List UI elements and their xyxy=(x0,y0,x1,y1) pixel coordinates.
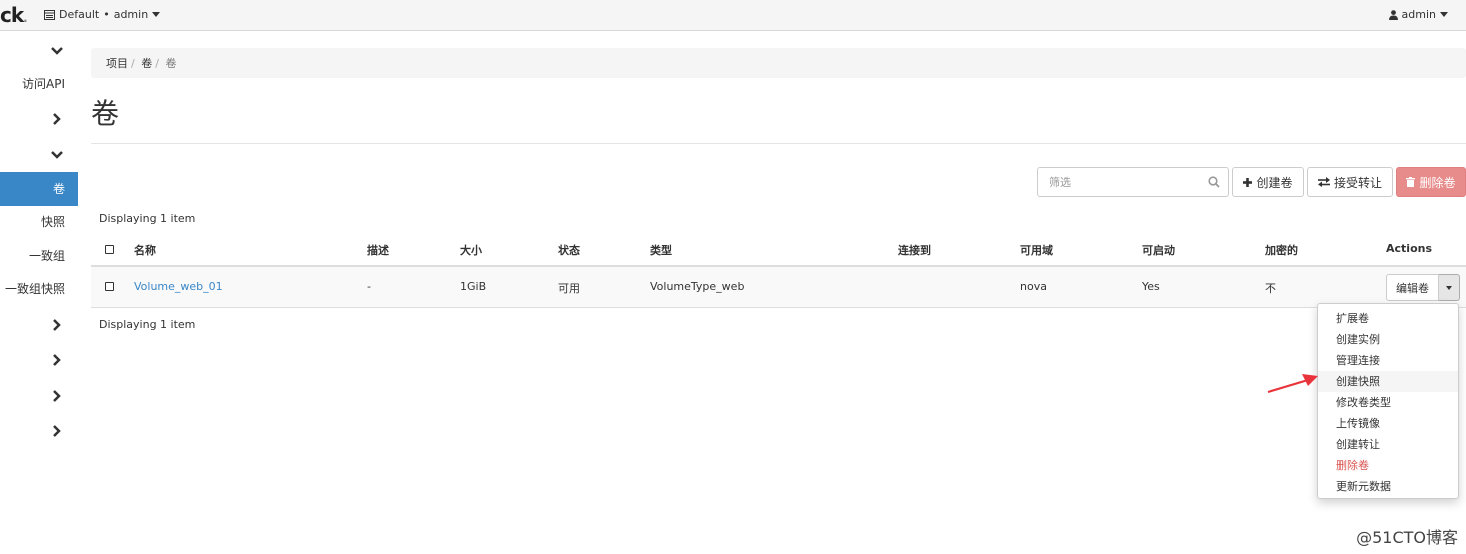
menu-item-manage-attachments[interactable]: 管理连接 xyxy=(1318,350,1458,371)
volume-zone: nova xyxy=(1020,280,1047,293)
column-header-size[interactable]: 大小 xyxy=(460,242,482,258)
column-header-status[interactable]: 状态 xyxy=(558,242,580,258)
row-checkbox[interactable] xyxy=(105,282,114,291)
table-row: Volume_web_01 - 1GiB 可用 VolumeType_web n… xyxy=(91,267,1466,308)
table-header: 名称 描述 大小 状态 类型 连接到 可用域 可启动 加密的 Actions xyxy=(91,232,1466,267)
chevron-right-icon[interactable] xyxy=(50,424,64,438)
select-all-checkbox[interactable] xyxy=(105,245,114,254)
breadcrumb-item-project[interactable]: 项目 xyxy=(106,57,128,70)
row-actions-toggle[interactable] xyxy=(1439,274,1460,301)
column-header-description[interactable]: 描述 xyxy=(367,242,389,258)
plus-icon xyxy=(1243,177,1253,187)
menu-item-extend-volume[interactable]: 扩展卷 xyxy=(1318,308,1458,329)
chevron-right-icon[interactable] xyxy=(50,112,64,126)
volume-type: VolumeType_web xyxy=(650,280,745,293)
watermark: @51CTO博客 xyxy=(1356,528,1458,547)
trash-icon xyxy=(1406,177,1416,187)
sidebar-item-consistency-group-snapshots[interactable]: 一致组快照 xyxy=(0,272,78,306)
menu-item-create-transfer[interactable]: 创建转让 xyxy=(1318,434,1458,455)
user-name: admin xyxy=(1401,8,1436,21)
create-volume-button[interactable]: 创建卷 xyxy=(1232,167,1304,197)
sidebar: 访问API 卷 快照 一致组 一致组快照 xyxy=(0,31,78,554)
create-volume-label: 创建卷 xyxy=(1256,175,1293,190)
search-icon[interactable] xyxy=(1208,176,1220,188)
sidebar-item-volumes[interactable]: 卷 xyxy=(0,172,78,206)
menu-item-delete-volume[interactable]: 删除卷 xyxy=(1318,455,1458,476)
sidebar-item-snapshots[interactable]: 快照 xyxy=(0,205,78,239)
menu-item-launch-instance[interactable]: 创建实例 xyxy=(1318,329,1458,350)
menu-item-update-metadata[interactable]: 更新元数据 xyxy=(1318,476,1458,497)
row-actions: 编辑卷 xyxy=(1386,274,1460,301)
bullet-icon: • xyxy=(103,8,110,21)
column-header-bootable[interactable]: 可启动 xyxy=(1142,242,1175,258)
column-header-name[interactable]: 名称 xyxy=(134,242,156,258)
project-name: Default xyxy=(59,8,100,21)
chevron-right-icon[interactable] xyxy=(50,318,64,332)
page-title: 卷 xyxy=(91,97,120,130)
item-count-bottom: Displaying 1 item xyxy=(99,318,196,331)
volume-encrypted: 不 xyxy=(1265,282,1276,295)
column-header-attached-to[interactable]: 连接到 xyxy=(898,242,931,258)
column-header-encrypted[interactable]: 加密的 xyxy=(1265,242,1298,258)
brand-logo[interactable]: ck. xyxy=(0,3,28,27)
accept-transfer-label: 接受转让 xyxy=(1333,175,1382,190)
project-icon xyxy=(44,8,55,21)
row-actions-dropdown: 扩展卷 创建实例 管理连接 创建快照 修改卷类型 上传镜像 创建转让 删除卷 更… xyxy=(1317,303,1459,499)
breadcrumb-separator: / xyxy=(131,57,135,70)
menu-item-upload-to-image[interactable]: 上传镜像 xyxy=(1318,413,1458,434)
volume-name-link[interactable]: Volume_web_01 xyxy=(134,280,223,293)
filter-field xyxy=(1037,167,1229,197)
delete-volumes-button[interactable]: 删除卷 xyxy=(1396,167,1466,197)
sidebar-item-api-access[interactable]: 访问API xyxy=(0,67,78,101)
column-header-availability-zone[interactable]: 可用域 xyxy=(1020,242,1053,258)
volume-bootable: Yes xyxy=(1142,280,1160,293)
user-icon xyxy=(1388,8,1398,21)
column-header-type[interactable]: 类型 xyxy=(650,242,672,258)
caret-down-icon xyxy=(152,12,161,17)
top-navbar: ck. Default • admin admin xyxy=(0,0,1466,31)
volume-status: 可用 xyxy=(558,282,580,295)
breadcrumb: 项目 / 卷 / 卷 xyxy=(91,48,1466,78)
project-selector[interactable]: Default • admin xyxy=(44,8,161,21)
accept-transfer-button[interactable]: 接受转让 xyxy=(1307,167,1393,197)
sidebar-item-consistency-groups[interactable]: 一致组 xyxy=(0,239,78,273)
menu-item-create-snapshot[interactable]: 创建快照 xyxy=(1318,371,1458,392)
delete-volumes-label: 删除卷 xyxy=(1419,175,1456,190)
chevron-right-icon[interactable] xyxy=(50,353,64,367)
chevron-right-icon[interactable] xyxy=(50,389,64,403)
breadcrumb-item-volumes[interactable]: 卷 xyxy=(141,57,152,70)
project-user: admin xyxy=(113,8,149,21)
chevron-down-icon[interactable] xyxy=(50,44,64,58)
annotation-arrow-icon xyxy=(1267,374,1318,394)
volume-size: 1GiB xyxy=(460,280,487,293)
item-count-top: Displaying 1 item xyxy=(99,212,196,225)
caret-down-icon xyxy=(1446,285,1452,290)
volume-description: - xyxy=(367,280,371,293)
breadcrumb-item-current: 卷 xyxy=(165,57,177,70)
title-divider xyxy=(91,143,1466,144)
chevron-down-icon[interactable] xyxy=(50,148,64,162)
edit-volume-button[interactable]: 编辑卷 xyxy=(1386,274,1439,301)
filter-input[interactable] xyxy=(1038,168,1198,196)
exchange-icon xyxy=(1317,177,1330,187)
breadcrumb-separator: / xyxy=(155,57,159,70)
user-menu[interactable]: admin xyxy=(1388,8,1448,21)
menu-item-change-volume-type[interactable]: 修改卷类型 xyxy=(1318,392,1458,413)
column-header-actions: Actions xyxy=(1386,242,1432,255)
caret-down-icon xyxy=(1440,12,1448,17)
